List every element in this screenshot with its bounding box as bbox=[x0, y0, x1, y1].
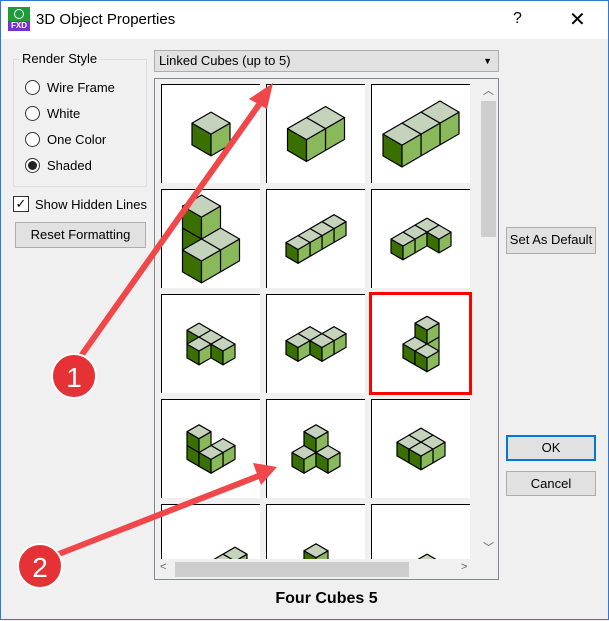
app-icon: FXD bbox=[8, 7, 30, 31]
shape-cell[interactable] bbox=[161, 399, 260, 498]
annotation-badge-1: 1 bbox=[51, 353, 97, 399]
radio-label: White bbox=[47, 106, 81, 121]
scroll-down-icon[interactable]: ﹀ bbox=[483, 539, 494, 555]
radio-circle[interactable] bbox=[25, 106, 40, 121]
shape-cell[interactable] bbox=[266, 399, 365, 498]
shape-cell[interactable] bbox=[371, 84, 470, 183]
radio-shaded[interactable]: Shaded bbox=[25, 158, 92, 173]
radio-circle[interactable] bbox=[25, 80, 40, 95]
cube-shape-icon bbox=[390, 217, 452, 261]
scroll-right-icon[interactable]: > bbox=[461, 561, 467, 573]
annotation-badge-2: 2 bbox=[17, 543, 63, 589]
dropdown-arrow-icon: ▼ bbox=[483, 56, 492, 66]
shape-cell[interactable] bbox=[266, 84, 365, 183]
shape-gallery: ︿ ﹀ < > bbox=[154, 78, 499, 580]
shape-cell[interactable] bbox=[266, 189, 365, 288]
cube-shape-icon bbox=[382, 100, 460, 168]
selected-shape-name: Four Cubes 5 bbox=[275, 590, 378, 607]
cancel-button[interactable]: Cancel bbox=[506, 471, 596, 496]
close-button[interactable]: ✕ bbox=[569, 7, 586, 32]
show-hidden-lines-checkbox[interactable]: ✓ Show Hidden Lines bbox=[13, 196, 147, 212]
radio-dot bbox=[28, 161, 37, 170]
cube-shape-icon bbox=[191, 111, 231, 157]
scroll-up-icon[interactable]: ︿ bbox=[483, 82, 494, 98]
render-style-label: Render Style bbox=[19, 51, 101, 66]
svg-text:2: 2 bbox=[32, 552, 48, 583]
horizontal-scrollbar[interactable]: < > bbox=[155, 559, 478, 579]
shape-cell[interactable] bbox=[369, 292, 472, 395]
ok-button[interactable]: OK bbox=[506, 435, 596, 461]
shape-cell[interactable] bbox=[161, 84, 260, 183]
radio-wire-frame[interactable]: Wire Frame bbox=[25, 80, 115, 95]
reset-formatting-button[interactable]: Reset Formatting bbox=[15, 222, 146, 248]
cube-shape-icon bbox=[396, 427, 446, 471]
cube-shape-icon bbox=[291, 424, 341, 474]
horizontal-scroll-thumb[interactable] bbox=[175, 562, 409, 577]
cube-shape-icon bbox=[285, 326, 347, 362]
cube-shape-icon bbox=[186, 322, 236, 366]
cube-shape-icon bbox=[181, 194, 241, 284]
category-dropdown[interactable]: Linked Cubes (up to 5) ▼ bbox=[154, 50, 499, 72]
checkbox-box[interactable]: ✓ bbox=[13, 196, 29, 212]
radio-circle[interactable] bbox=[25, 132, 40, 147]
radio-circle[interactable] bbox=[25, 158, 40, 173]
window-title: 3D Object Properties bbox=[36, 11, 176, 28]
app-icon-text: FXD bbox=[8, 21, 30, 31]
shape-cell[interactable] bbox=[371, 189, 470, 288]
radio-label: Shaded bbox=[47, 158, 92, 173]
show-hidden-lines-label: Show Hidden Lines bbox=[35, 196, 148, 212]
app-icon-ring bbox=[14, 9, 24, 19]
dialog-window: FXD 3D Object Properties ? ✕ Render Styl… bbox=[0, 0, 609, 620]
app-icon-top bbox=[8, 7, 30, 21]
cube-shape-icon bbox=[285, 214, 347, 264]
radio-label: One Color bbox=[47, 132, 107, 147]
cube-shape-icon bbox=[286, 105, 346, 163]
cube-shape-icon bbox=[402, 315, 440, 373]
shape-cell[interactable] bbox=[161, 189, 260, 288]
category-dropdown-value: Linked Cubes (up to 5) bbox=[159, 53, 291, 68]
help-button[interactable]: ? bbox=[513, 10, 522, 28]
scroll-left-icon[interactable]: < bbox=[160, 561, 166, 573]
shape-cell[interactable] bbox=[371, 399, 470, 498]
set-as-default-button[interactable]: Set As Default bbox=[506, 227, 596, 254]
radio-white[interactable]: White bbox=[25, 106, 80, 121]
cube-shape-icon bbox=[186, 424, 236, 474]
vertical-scrollbar[interactable]: ︿ ﹀ bbox=[478, 79, 498, 559]
svg-text:1: 1 bbox=[66, 362, 82, 393]
radio-label: Wire Frame bbox=[47, 80, 115, 95]
shape-cell[interactable] bbox=[266, 294, 365, 393]
radio-one-color[interactable]: One Color bbox=[25, 132, 106, 147]
vertical-scroll-thumb[interactable] bbox=[481, 101, 496, 237]
title-bar: FXD 3D Object Properties ? ✕ bbox=[1, 1, 608, 39]
shape-cell[interactable] bbox=[161, 294, 260, 393]
